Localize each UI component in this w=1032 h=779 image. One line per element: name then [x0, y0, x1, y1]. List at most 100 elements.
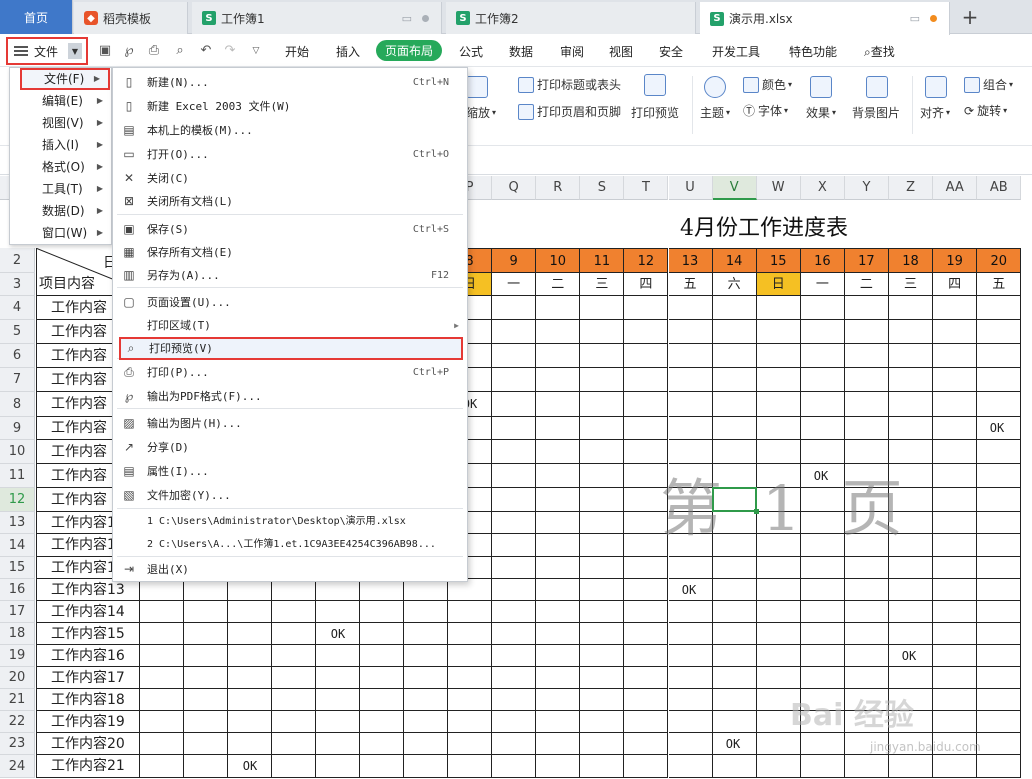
- date-cell[interactable]: 16: [800, 248, 845, 273]
- item-cell[interactable]: 工作内容18: [36, 689, 140, 711]
- grid-cell[interactable]: [756, 368, 801, 392]
- row-header-20[interactable]: 20: [0, 667, 35, 689]
- chevron-down-icon[interactable]: ▼: [68, 43, 82, 59]
- grid-cell[interactable]: [844, 557, 889, 579]
- grid-cell[interactable]: [360, 645, 404, 667]
- grid-cell[interactable]: [668, 711, 713, 733]
- grid-cell[interactable]: [228, 623, 272, 645]
- tab-book1[interactable]: S 工作簿1 ▭: [192, 2, 442, 34]
- grid-cell[interactable]: [933, 601, 978, 623]
- item-cell[interactable]: 工作内容13: [36, 579, 140, 601]
- ok-mark[interactable]: OK: [667, 579, 711, 601]
- monitor-icon[interactable]: ▭: [402, 12, 412, 25]
- grid-cell[interactable]: [756, 755, 801, 778]
- grid-cell[interactable]: [756, 601, 801, 623]
- tab-page-layout[interactable]: 页面布局: [376, 40, 443, 61]
- item-cell[interactable]: 工作内容14: [36, 601, 140, 623]
- grid-cell[interactable]: [492, 417, 537, 440]
- file-menu-item[interactable]: ▯ 新建 Excel 2003 文件(W): [113, 95, 467, 118]
- grid-cell[interactable]: [272, 711, 316, 733]
- print-title-button[interactable]: 打印标题或表头: [518, 76, 621, 93]
- grid-cell[interactable]: [492, 689, 537, 711]
- grid-cell[interactable]: [272, 733, 316, 755]
- grid-cell[interactable]: [712, 601, 757, 623]
- grid-cell[interactable]: [580, 733, 625, 755]
- column-header-r[interactable]: R: [536, 176, 581, 200]
- grid-cell[interactable]: [712, 296, 757, 320]
- column-header-s[interactable]: S: [580, 176, 625, 200]
- ok-mark[interactable]: OK: [887, 645, 931, 667]
- grid-cell[interactable]: [536, 711, 581, 733]
- font-button[interactable]: Ⓣ 字体 ▾: [743, 102, 788, 119]
- grid-cell[interactable]: [448, 755, 493, 778]
- grid-cell[interactable]: [712, 711, 757, 733]
- effect-icon[interactable]: [810, 76, 832, 98]
- classic-menu-item[interactable]: 编辑(E) ▶: [10, 90, 111, 112]
- grid-cell[interactable]: [977, 368, 1022, 392]
- grid-cell[interactable]: [316, 601, 360, 623]
- grid-cell[interactable]: [184, 667, 228, 689]
- grid-cell[interactable]: [580, 368, 625, 392]
- item-cell[interactable]: 工作内容16: [36, 645, 140, 667]
- grid-cell[interactable]: [580, 623, 625, 645]
- grid-cell[interactable]: [492, 368, 537, 392]
- grid-cell[interactable]: [668, 368, 713, 392]
- grid-cell[interactable]: [228, 667, 272, 689]
- grid-cell[interactable]: [492, 755, 537, 778]
- grid-cell[interactable]: [933, 464, 978, 488]
- grid-cell[interactable]: [536, 488, 581, 512]
- file-menu-item[interactable]: ⊠ 关闭所有文档(L): [113, 190, 467, 213]
- grid-cell[interactable]: [756, 557, 801, 579]
- grid-cell[interactable]: [668, 689, 713, 711]
- grid-cell[interactable]: [712, 645, 757, 667]
- grid-cell[interactable]: [272, 755, 316, 778]
- grid-cell[interactable]: [756, 623, 801, 645]
- grid-cell[interactable]: [624, 344, 669, 368]
- grid-cell[interactable]: [580, 689, 625, 711]
- grid-cell[interactable]: [668, 296, 713, 320]
- grid-cell[interactable]: [580, 711, 625, 733]
- grid-cell[interactable]: [844, 417, 889, 440]
- row-header-7[interactable]: 7: [0, 368, 35, 392]
- file-menu-item[interactable]: ℘ 输出为PDF格式(F)...: [113, 385, 467, 408]
- grid-cell[interactable]: [756, 733, 801, 755]
- grid-cell[interactable]: [492, 344, 537, 368]
- grid-cell[interactable]: [844, 755, 889, 778]
- weekday-cell[interactable]: 五: [668, 273, 713, 296]
- weekday-cell[interactable]: 三: [580, 273, 625, 296]
- grid-cell[interactable]: [448, 689, 493, 711]
- grid-cell[interactable]: [977, 344, 1022, 368]
- grid-cell[interactable]: [933, 534, 978, 557]
- file-menu-item[interactable]: ▤ 本机上的模板(M)...: [113, 119, 467, 142]
- theme-button[interactable]: 主题 ▾: [700, 104, 730, 121]
- tab-active-document[interactable]: S 演示用.xlsx ▭: [700, 2, 950, 35]
- row-header-16[interactable]: 16: [0, 579, 35, 601]
- grid-cell[interactable]: [404, 623, 448, 645]
- grid-cell[interactable]: [624, 320, 669, 344]
- grid-cell[interactable]: [140, 711, 184, 733]
- grid-cell[interactable]: [668, 557, 713, 579]
- grid-cell[interactable]: [624, 557, 669, 579]
- row-header-24[interactable]: 24: [0, 755, 35, 778]
- grid-cell[interactable]: [977, 392, 1022, 417]
- row-header-15[interactable]: 15: [0, 557, 35, 579]
- grid-cell[interactable]: [448, 579, 493, 601]
- grid-cell[interactable]: [933, 755, 978, 778]
- date-cell[interactable]: 15: [756, 248, 801, 273]
- grid-cell[interactable]: [624, 755, 669, 778]
- grid-cell[interactable]: [536, 417, 581, 440]
- ok-mark[interactable]: OK: [316, 623, 360, 645]
- grid-cell[interactable]: [228, 601, 272, 623]
- scale-button[interactable]: 缩放 ▾: [466, 104, 496, 121]
- file-menu-item[interactable]: 打印区域(T) ▶: [113, 314, 467, 337]
- grid-cell[interactable]: [492, 645, 537, 667]
- grid-cell[interactable]: [624, 645, 669, 667]
- tab-book2[interactable]: S 工作簿2: [446, 2, 696, 34]
- grid-cell[interactable]: [977, 667, 1022, 689]
- grid-cell[interactable]: [360, 711, 404, 733]
- grid-cell[interactable]: [624, 417, 669, 440]
- grid-cell[interactable]: [756, 296, 801, 320]
- grid-cell[interactable]: [536, 557, 581, 579]
- grid-cell[interactable]: [184, 579, 228, 601]
- grid-cell[interactable]: [933, 512, 978, 534]
